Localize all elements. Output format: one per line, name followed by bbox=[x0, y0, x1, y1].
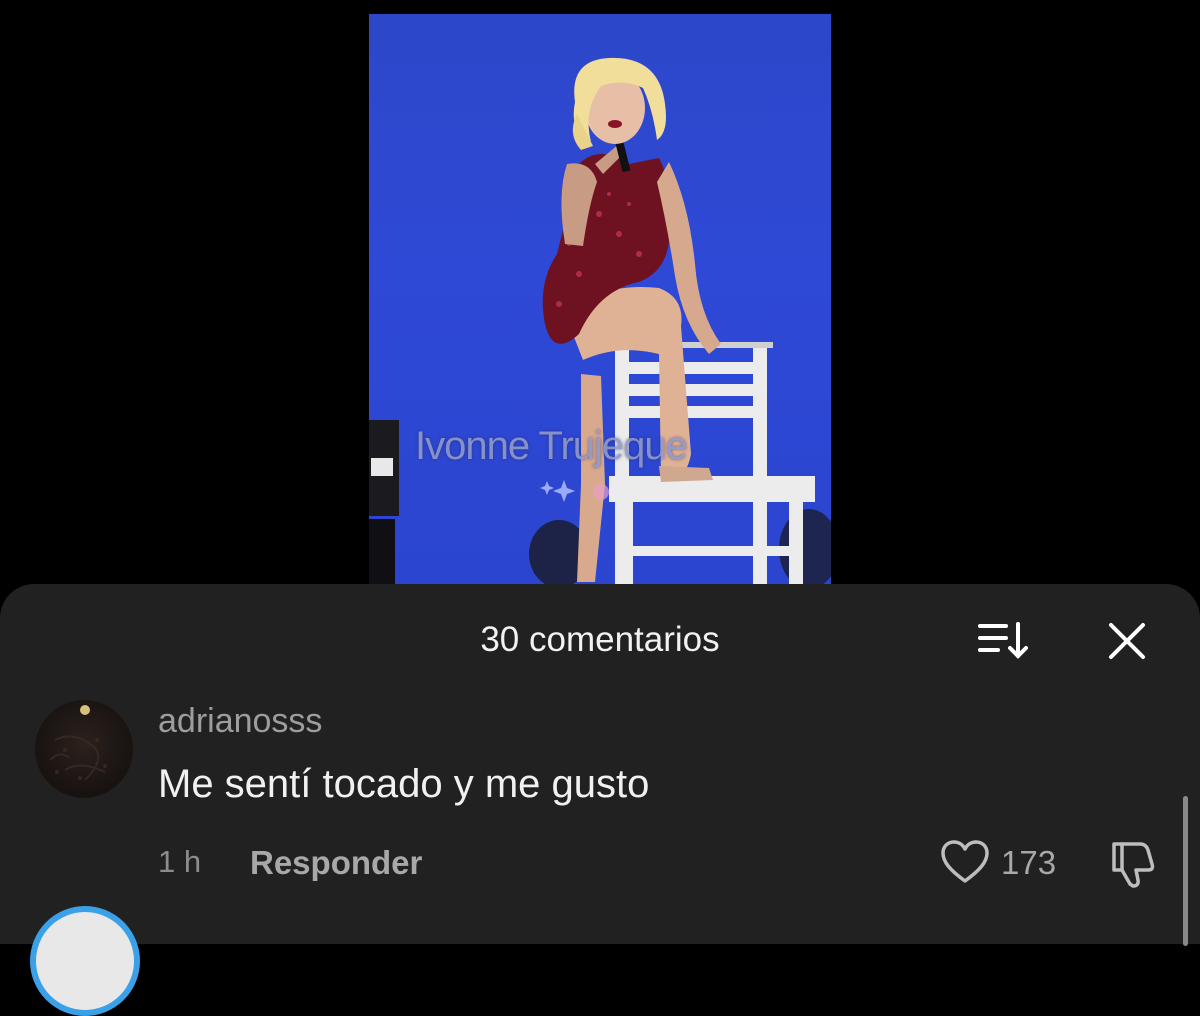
comment-item: adrianosss Me sentí tocado y me gusto 1 … bbox=[0, 700, 1200, 890]
scrollbar[interactable] bbox=[1183, 796, 1188, 946]
comment-text: Me sentí tocado y me gusto bbox=[158, 762, 650, 806]
video-watermark: Ivonne Trujeque bbox=[415, 424, 688, 468]
close-icon[interactable] bbox=[1106, 620, 1148, 662]
avatar[interactable] bbox=[35, 700, 133, 798]
comment-time: 1 h bbox=[158, 844, 202, 879]
reply-button[interactable]: Responder bbox=[250, 844, 422, 882]
thumbs-down-icon[interactable] bbox=[1106, 838, 1158, 890]
sort-icon[interactable] bbox=[976, 618, 1032, 662]
comment-username[interactable]: adrianosss bbox=[158, 702, 322, 741]
video-player[interactable]: Ivonne Trujeque bbox=[369, 14, 831, 584]
comments-sheet: 30 comentarios adrianosss Me sentí tocad… bbox=[0, 584, 1200, 1016]
like-count: 173 bbox=[1001, 844, 1057, 881]
next-comment-avatar[interactable] bbox=[30, 906, 140, 1016]
heart-icon[interactable] bbox=[940, 838, 990, 888]
video-frame-illustration bbox=[369, 57, 831, 584]
